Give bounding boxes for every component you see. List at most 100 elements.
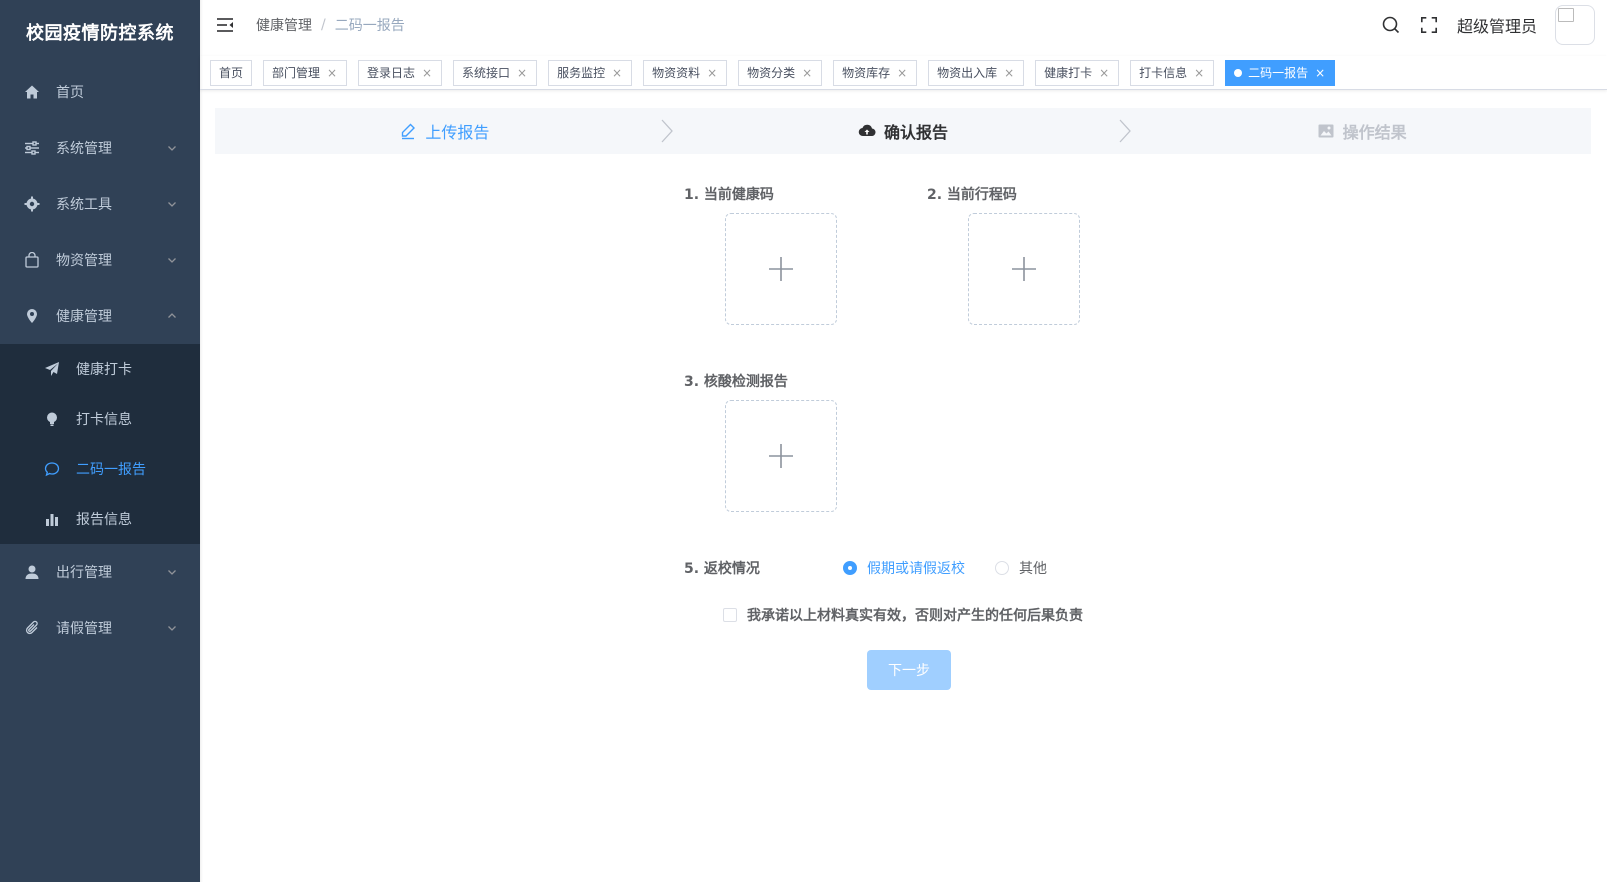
tag-label: 物资出入库 <box>937 65 998 80</box>
username[interactable]: 超级管理员 <box>1457 13 1537 37</box>
return-label: 5. 返校情况 <box>684 561 760 577</box>
sidebar-item-system[interactable]: 系统管理 <box>0 120 200 176</box>
close-icon[interactable]: × <box>801 61 813 85</box>
tag-two-codes-report[interactable]: 二码一报告 × <box>1225 59 1336 86</box>
tag-dept[interactable]: 部门管理 × <box>263 59 348 86</box>
active-dot <box>1234 68 1243 77</box>
step-label: 上传报告 <box>425 123 490 142</box>
tag-checkin-info[interactable]: 打卡信息 × <box>1130 59 1215 86</box>
close-icon[interactable]: × <box>1003 61 1015 85</box>
tag-material-stock[interactable]: 物资库存 × <box>833 59 918 86</box>
chat-icon <box>44 461 60 477</box>
tag-material-data[interactable]: 物资资料 × <box>643 59 728 86</box>
tag-label: 物资库存 <box>842 65 891 80</box>
health-code-label: 1. 当前健康码 <box>684 187 774 203</box>
health-submenu: 健康打卡 打卡信息 二码一报告 报告信息 <box>0 344 200 544</box>
tag-home[interactable]: 首页 <box>210 59 253 86</box>
radio-label: 假期或请假返校 <box>867 561 965 577</box>
next-button[interactable]: 下一步 <box>867 650 951 690</box>
step-label: 确认报告 <box>884 123 949 142</box>
breadcrumb-current: 二码一报告 <box>334 18 405 34</box>
plus-icon <box>769 444 793 468</box>
tag-health-checkin[interactable]: 健康打卡 × <box>1035 59 1120 86</box>
avatar[interactable] <box>1555 5 1595 45</box>
sidebar-item-leave[interactable]: 请假管理 <box>0 600 200 656</box>
plus-icon <box>769 257 793 281</box>
sidebar-item-two-codes-report[interactable]: 二码一报告 <box>0 444 200 494</box>
chevron-right-icon <box>1119 119 1132 143</box>
sidebar-item-materials[interactable]: 物资管理 <box>0 232 200 288</box>
picture-icon <box>1317 122 1335 140</box>
plus-icon <box>1012 257 1036 281</box>
radio-circle <box>995 561 1009 575</box>
tags-view: 首页 部门管理 × 登录日志 × 系统接口 × 服务监控 × 物资资料 × 物资分类 × 物… <box>200 56 1607 90</box>
edit-icon <box>399 122 417 140</box>
sidebar-item-checkin-info[interactable]: 打卡信息 <box>0 394 200 444</box>
close-icon[interactable]: × <box>326 61 338 85</box>
checkbox-box <box>723 608 737 622</box>
tag-label: 打卡信息 <box>1139 65 1188 80</box>
close-icon[interactable]: × <box>516 61 528 85</box>
gear-icon <box>24 196 40 212</box>
health-code-upload[interactable] <box>725 213 837 325</box>
chevron-down-icon <box>168 626 176 631</box>
breadcrumb: 健康管理 / 二码一报告 <box>256 15 405 35</box>
radio-holiday-return[interactable]: 假期或请假返校 <box>843 558 965 578</box>
app-title: 校园疫情防控系统 <box>26 23 174 44</box>
radio-other[interactable]: 其他 <box>995 558 1047 578</box>
bag-icon <box>24 252 40 268</box>
sidebar-item-health-checkin[interactable]: 健康打卡 <box>0 344 200 394</box>
sidebar-item-travel[interactable]: 出行管理 <box>0 544 200 600</box>
tag-label: 服务监控 <box>557 65 606 80</box>
close-icon[interactable]: × <box>706 61 718 85</box>
tag-monitor[interactable]: 服务监控 × <box>548 59 633 86</box>
chevron-up-icon <box>168 313 176 318</box>
hamburger-icon[interactable] <box>216 16 234 34</box>
close-icon[interactable]: × <box>421 61 433 85</box>
step-confirm: 确认报告 <box>674 108 1133 154</box>
breadcrumb-separator: / <box>321 17 326 33</box>
chevron-down-icon <box>168 146 176 151</box>
home-icon <box>24 84 40 100</box>
sidebar-item-label: 健康打卡 <box>76 362 132 378</box>
nucleic-label: 3. 核酸检测报告 <box>684 374 788 390</box>
close-icon[interactable]: × <box>611 61 623 85</box>
nucleic-upload[interactable] <box>725 400 837 512</box>
sidebar: 校园疫情防控系统 首页 系统管理 系统工具 物资管理 健康管理 健康打卡 打卡信… <box>0 0 200 882</box>
tag-label: 系统接口 <box>462 65 511 80</box>
tag-material-category[interactable]: 物资分类 × <box>738 59 823 86</box>
close-icon[interactable]: × <box>896 61 908 85</box>
close-icon[interactable]: × <box>1314 61 1326 85</box>
tag-sys-api[interactable]: 系统接口 × <box>453 59 538 86</box>
tag-label: 物资资料 <box>652 65 701 80</box>
trip-code-label: 2. 当前行程码 <box>927 187 1017 203</box>
close-icon[interactable]: × <box>1098 61 1110 85</box>
sidebar-item-report-info[interactable]: 报告信息 <box>0 494 200 544</box>
search-icon[interactable] <box>1381 15 1401 35</box>
tag-material-io[interactable]: 物资出入库 × <box>928 59 1025 86</box>
sidebar-shadow <box>200 0 203 882</box>
sidebar-item-tools[interactable]: 系统工具 <box>0 176 200 232</box>
sidebar-item-label: 出行管理 <box>56 565 112 581</box>
tag-login-log[interactable]: 登录日志 × <box>358 59 443 86</box>
chevron-down-icon <box>168 202 176 207</box>
tag-label: 健康打卡 <box>1044 65 1093 80</box>
tag-label: 首页 <box>219 65 244 80</box>
sidebar-item-label: 首页 <box>56 85 84 101</box>
promise-checkbox[interactable]: 我承诺以上材料真实有效，否则对产生的任何后果负责 <box>723 605 1083 625</box>
close-icon[interactable]: × <box>1193 61 1205 85</box>
sidebar-item-home[interactable]: 首页 <box>0 64 200 120</box>
tag-label: 物资分类 <box>747 65 796 80</box>
tag-label: 二码一报告 <box>1248 65 1309 80</box>
sidebar-item-label: 健康管理 <box>56 309 112 325</box>
sidebar-item-label: 系统管理 <box>56 141 112 157</box>
trip-code-upload[interactable] <box>968 213 1080 325</box>
sidebar-item-label: 系统工具 <box>56 197 112 213</box>
radio-circle <box>843 561 857 575</box>
fullscreen-icon[interactable] <box>1419 15 1439 35</box>
sidebar-item-health[interactable]: 健康管理 <box>0 288 200 344</box>
breadcrumb-item[interactable]: 健康管理 <box>256 15 312 35</box>
sliders-icon <box>24 140 40 156</box>
sidebar-item-label: 请假管理 <box>56 621 112 637</box>
step-result: 操作结果 <box>1132 108 1591 154</box>
